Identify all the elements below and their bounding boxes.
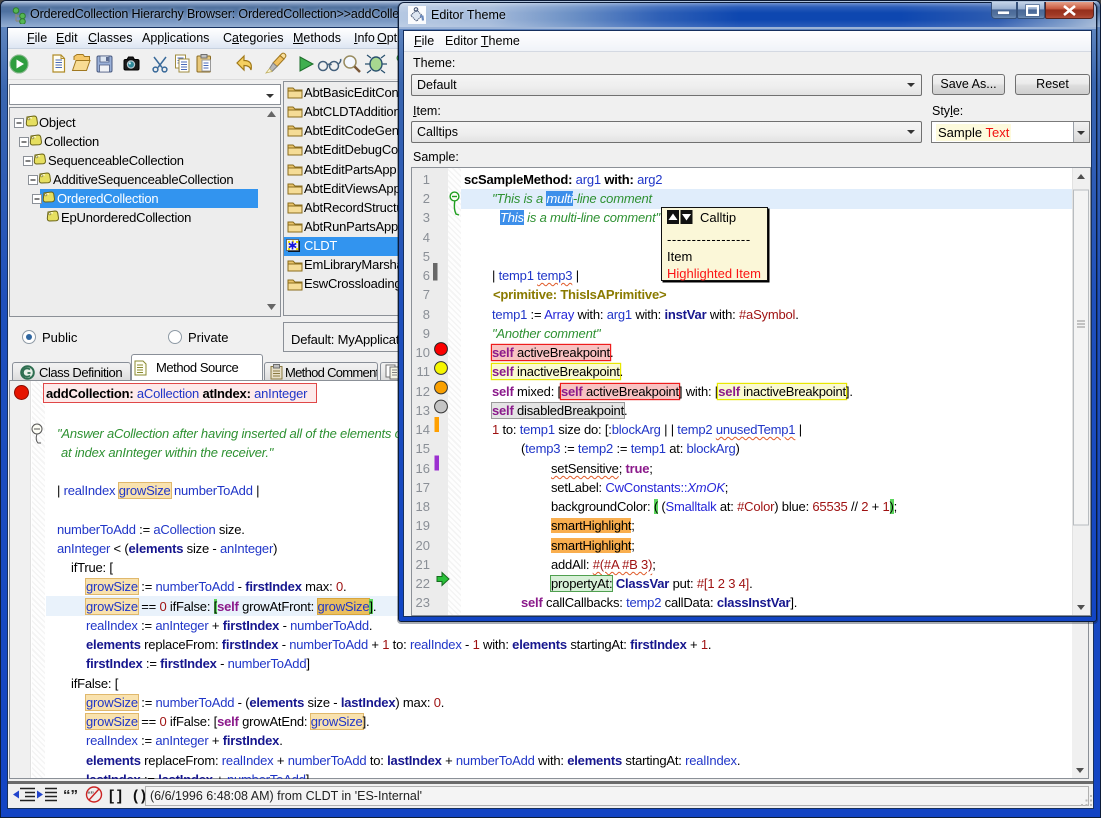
svg-text:“”: “” [63,787,78,804]
svg-text:“”: “” [88,790,94,801]
svg-text:[ ]: [ ] [109,788,122,805]
